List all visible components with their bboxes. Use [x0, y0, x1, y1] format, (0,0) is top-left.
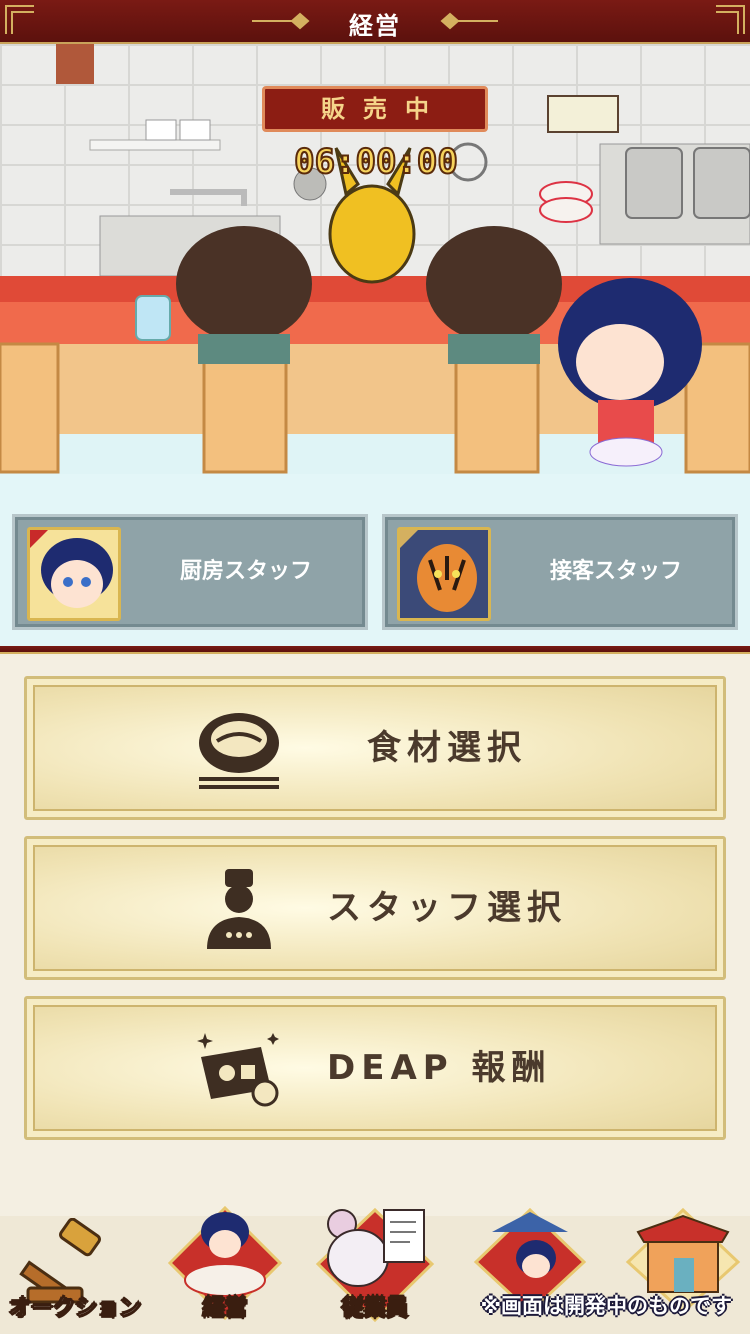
- chef-icon: [207, 869, 271, 949]
- corner-ornament-icon: [716, 5, 745, 34]
- ingredients-select-label: 食材選択: [367, 728, 527, 768]
- service-staff-portrait: [397, 527, 491, 621]
- staff-select-button[interactable]: スタッフ選択: [24, 836, 726, 980]
- service-staff-label: 接客スタッフ: [549, 559, 682, 584]
- nav-management-label: 経営: [202, 1296, 247, 1322]
- service-staff-card[interactable]: 接客スタッフ: [382, 514, 738, 630]
- deap-reward-button[interactable]: DEAP 報酬: [24, 996, 726, 1140]
- nav-auction-label: オークション: [8, 1296, 141, 1322]
- page-title: 経営: [349, 12, 401, 40]
- ingredients-select-button[interactable]: 食材選択: [24, 676, 726, 820]
- top-bar: 経営: [0, 0, 750, 44]
- kitchen-staff-label: 厨房スタッフ: [179, 559, 312, 584]
- nav-employees[interactable]: 従業員: [300, 1207, 450, 1334]
- nav-auction[interactable]: オークション: [0, 1216, 150, 1334]
- management-menu: 食材選択 スタッフ選択 DEAP 報酬: [0, 656, 750, 1216]
- section-divider: [0, 646, 750, 654]
- kitchen-staff-portrait: [27, 527, 121, 621]
- ornament-right-icon: [440, 12, 498, 30]
- staff-select-label: スタッフ選択: [327, 888, 567, 928]
- status-badge: 販売中: [262, 86, 488, 132]
- nav-management[interactable]: 経営: [150, 1205, 300, 1334]
- ramen-bowl-icon: [199, 713, 279, 789]
- dev-notice: ※画面は開発中のものです: [480, 1294, 732, 1318]
- sale-timer: 06:00:00: [293, 141, 459, 183]
- kitchen-staff-card[interactable]: 厨房スタッフ: [12, 514, 368, 630]
- staff-panel: 厨房スタッフ 接客スタッフ: [0, 474, 750, 646]
- deap-reward-label: DEAP 報酬: [327, 1048, 552, 1088]
- nav-employees-label: 従業員: [341, 1296, 408, 1322]
- reward-ticket-icon: [197, 1033, 279, 1107]
- bottom-nav: オークション 経営 従業員 ※画面は開発中のものです: [0, 1205, 750, 1334]
- kitchen-scene[interactable]: 販売中 06:00:00: [0, 44, 750, 474]
